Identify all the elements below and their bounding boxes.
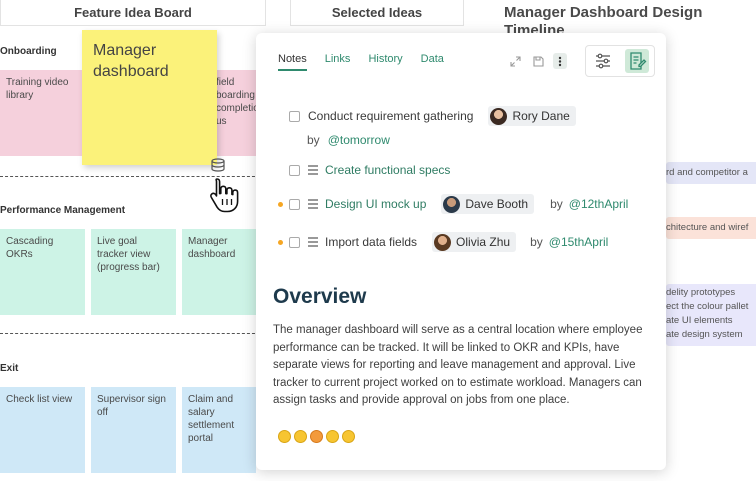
due-date[interactable]: @12thApril xyxy=(569,197,629,211)
section-exit: Exit xyxy=(0,363,19,374)
by-label: by xyxy=(530,235,543,249)
task-row: Design UI mock up Dave Booth by @12thApr… xyxy=(278,193,628,215)
tab-data[interactable]: Data xyxy=(421,53,444,71)
task-checkbox[interactable] xyxy=(289,236,300,248)
due-date[interactable]: @15thApril xyxy=(549,235,609,249)
task-checkbox[interactable] xyxy=(289,110,300,122)
halo-emoji-icon[interactable] xyxy=(326,430,339,443)
idea-detail-panel: Notes Links History Data Conduct require… xyxy=(256,33,666,470)
save-icon[interactable] xyxy=(531,54,545,68)
task-label[interactable]: Design UI mock up xyxy=(325,197,426,211)
tab-history[interactable]: History xyxy=(368,53,402,71)
overview-heading: Overview xyxy=(273,285,367,308)
sticky-manager-dashboard[interactable]: Manager dashboard xyxy=(182,229,256,315)
subtask-icon xyxy=(308,165,318,175)
subtask-icon xyxy=(308,237,318,247)
avatar xyxy=(443,195,461,213)
subtask-icon xyxy=(308,199,318,209)
sticky-live-goal-tracker[interactable]: Live goal tracker view (progress bar) xyxy=(91,229,176,315)
task-due-row: by @tomorrow xyxy=(307,129,390,151)
section-divider xyxy=(0,333,260,334)
laughing-emoji-icon[interactable] xyxy=(294,430,307,443)
priority-dot xyxy=(278,239,283,245)
tab-links[interactable]: Links xyxy=(325,53,351,71)
expand-icon[interactable] xyxy=(508,54,522,68)
card-competitor[interactable]: rd and competitor a xyxy=(666,162,756,184)
assignee-name: Rory Dane xyxy=(512,109,570,123)
task-label[interactable]: Conduct requirement gathering xyxy=(308,109,473,123)
notes-edit-icon[interactable] xyxy=(625,49,649,73)
assignee-name: Dave Booth xyxy=(465,197,529,211)
due-date[interactable]: @tomorrow xyxy=(328,133,390,147)
section-onboarding: Onboarding xyxy=(0,46,57,57)
task-label[interactable]: Import data fields xyxy=(325,235,417,249)
assignee-name: Olivia Zhu xyxy=(456,235,511,249)
feature-idea-board-header: Feature Idea Board xyxy=(0,0,266,26)
more-options-icon[interactable] xyxy=(553,53,567,69)
task-row: Create functional specs xyxy=(278,159,450,181)
by-label: by xyxy=(307,133,320,147)
sticky-supervisor-sign-off[interactable]: Supervisor sign off xyxy=(91,387,176,473)
task-label[interactable]: Create functional specs xyxy=(325,163,450,177)
assignee-chip[interactable]: Dave Booth xyxy=(441,194,535,214)
overview-text[interactable]: The manager dashboard will serve as a ce… xyxy=(273,322,653,410)
hand-cursor-icon xyxy=(208,176,242,214)
angry-emoji-icon[interactable] xyxy=(310,430,323,443)
sticky-manager-dashboard-dragged[interactable]: Manager dashboard xyxy=(82,30,217,165)
stack-icon xyxy=(210,158,226,175)
sticky-claim-salary[interactable]: Claim and salary settlement portal xyxy=(182,387,256,473)
thinking-emoji-icon[interactable] xyxy=(342,430,355,443)
timeline-title: Manager Dashboard Design Timeline xyxy=(504,4,703,36)
panel-tabs: Notes Links History Data xyxy=(278,53,462,71)
section-performance: Performance Management xyxy=(0,205,126,216)
sticky-training-video[interactable]: Training video library xyxy=(0,70,85,156)
tab-notes[interactable]: Notes xyxy=(278,53,307,71)
sticky-checklist-view[interactable]: Check list view xyxy=(0,387,85,473)
emoji-row xyxy=(278,430,355,443)
sticky-field-onboarding[interactable]: field boarding completion us xyxy=(212,70,264,156)
avatar xyxy=(490,107,508,125)
task-checkbox[interactable] xyxy=(289,198,300,210)
task-row: Import data fields Olivia Zhu by @15thAp… xyxy=(278,231,608,253)
task-row: Conduct requirement gathering Rory Dane xyxy=(278,105,576,127)
avatar xyxy=(434,233,452,251)
selected-ideas-header: Selected Ideas xyxy=(290,0,464,26)
card-architecture[interactable]: chitecture and wiref xyxy=(666,217,756,239)
grinning-emoji-icon[interactable] xyxy=(278,430,291,443)
assignee-chip[interactable]: Rory Dane xyxy=(488,106,576,126)
task-checkbox[interactable] xyxy=(289,164,300,176)
sliders-icon[interactable] xyxy=(593,51,613,71)
card-fidelity[interactable]: delity prototypes ect the colour pallet … xyxy=(666,284,756,346)
priority-dot xyxy=(278,201,283,207)
assignee-chip[interactable]: Olivia Zhu xyxy=(432,232,517,252)
by-label: by xyxy=(550,197,563,211)
sticky-cascading-okrs[interactable]: Cascading OKRs xyxy=(0,229,85,315)
